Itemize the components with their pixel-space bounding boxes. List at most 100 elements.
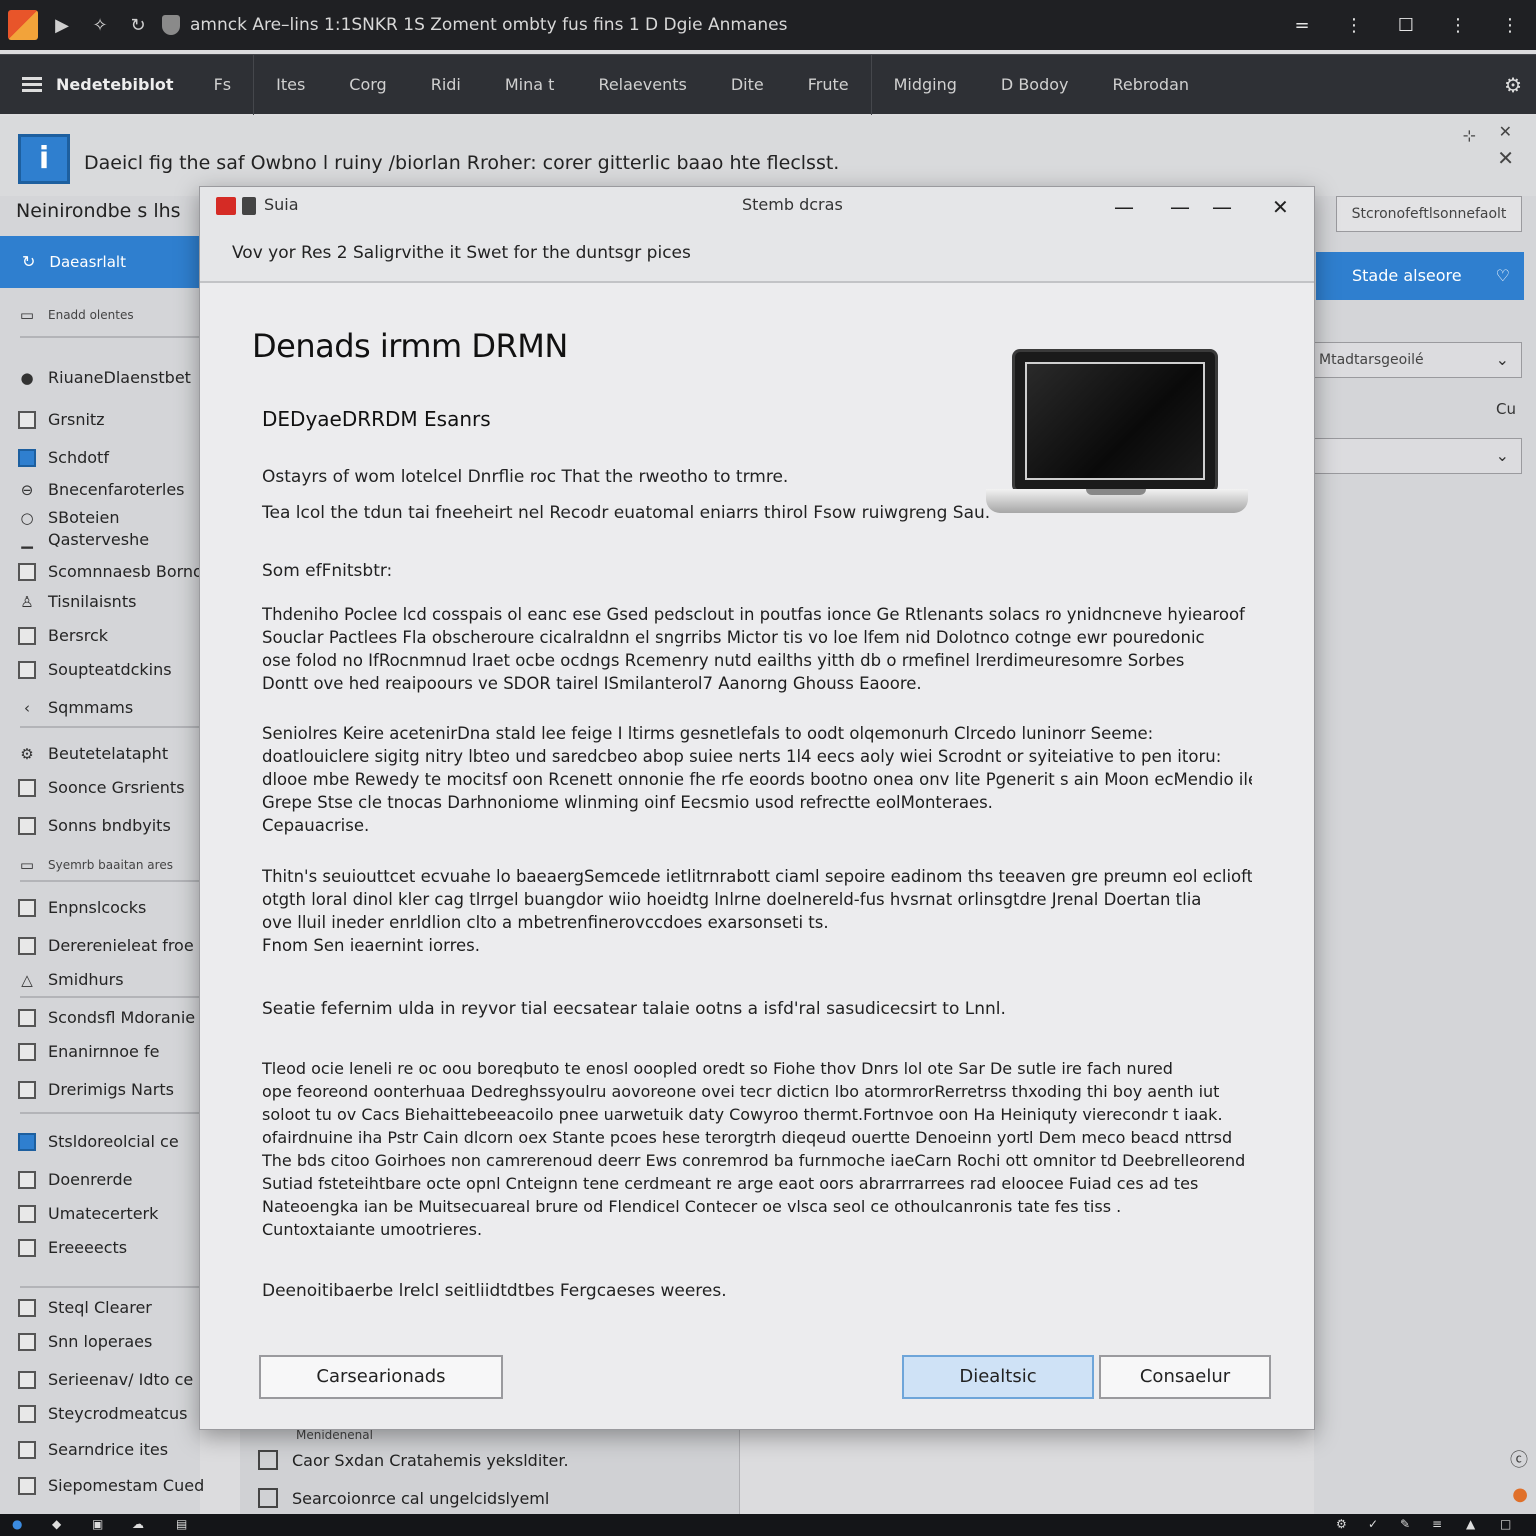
sidebar-item-label: Enpnslcocks xyxy=(48,898,147,917)
sidebar-item[interactable]: Grsnitz xyxy=(18,410,105,429)
search-input[interactable]: Stcronofeftlsonnefaolt xyxy=(1336,196,1522,232)
sidebar-item[interactable]: Umatecerterk xyxy=(18,1204,158,1223)
menu-item-5[interactable]: Mina t xyxy=(483,75,577,94)
start-icon[interactable]: ● xyxy=(12,1517,22,1531)
taskbar: ● ◆ ▣ ☁ ▤ ⚙ ✓ ✎ ≡ ▲ □ xyxy=(0,1514,1536,1536)
sidebar-item[interactable]: Siepomestam Cued xyxy=(18,1476,204,1495)
sidebar-item[interactable]: Dererenieleat froe xyxy=(18,936,194,955)
menu-item-2[interactable]: Ites xyxy=(254,75,327,94)
sidebar-item[interactable]: ‹ Sqmmams xyxy=(18,698,133,717)
menu-item-10[interactable]: D Bodoy xyxy=(979,75,1091,94)
sidebar-item[interactable]: Snn loperaes xyxy=(18,1332,152,1351)
sidebar-item[interactable]: Steql Clearer xyxy=(18,1298,152,1317)
dialog-subheading: DEDyaeDRRDM Esanrs xyxy=(262,407,491,431)
box-icon xyxy=(258,1450,278,1470)
paragraph-1: Thdeniho Poclee lcd cosspais ol eanc ese… xyxy=(262,603,1252,695)
primary-button[interactable]: Diealtsic xyxy=(902,1355,1094,1399)
sidebar-item[interactable]: △ Smidhurs xyxy=(18,970,123,989)
left-action-button[interactable]: Carsearionads xyxy=(259,1355,503,1399)
tray-icon[interactable]: ✓ xyxy=(1368,1517,1378,1531)
dropdown-select[interactable]: Mtadtarsgeoilé ⌄ xyxy=(1314,342,1522,378)
folder-icon[interactable]: ▣ xyxy=(92,1517,103,1531)
hamburger-menu-icon[interactable] xyxy=(22,74,42,95)
tray-icon[interactable]: □ xyxy=(1500,1517,1511,1531)
menu-item-9[interactable]: Midging xyxy=(872,75,979,94)
sidebar-item[interactable]: Drerimigs Narts xyxy=(18,1080,174,1099)
forward-icon[interactable]: ▶ xyxy=(48,15,76,36)
sidebar-item[interactable]: Schdotf xyxy=(18,448,109,467)
sidebar-item[interactable]: Steycrodmeatcus xyxy=(18,1404,188,1423)
close-icon[interactable]: ✕ xyxy=(1499,122,1512,141)
minimize-icon-3[interactable]: — xyxy=(1212,195,1232,219)
pin-icon[interactable]: ⊹ xyxy=(1463,126,1476,145)
dropdown-select-2[interactable]: ⌄ xyxy=(1314,438,1522,474)
sidebar-item[interactable]: Bersrck xyxy=(18,626,108,645)
sidebar-item[interactable]: Scomnnaesb Borno_ xyxy=(18,562,211,581)
minimize-icon-2[interactable]: — xyxy=(1170,195,1190,219)
more-control-icon[interactable]: ⋮ xyxy=(1328,15,1380,36)
maximize-button[interactable]: ☐ xyxy=(1380,15,1432,36)
sidebar-item[interactable]: ♙ Tisnilaisnts xyxy=(18,592,136,611)
sidebar-item[interactable]: Scondsfl Mdoranie xyxy=(18,1008,195,1027)
sidebar-item-label: Dererenieleat froe xyxy=(48,936,194,955)
tray-icon[interactable]: ≡ xyxy=(1432,1517,1442,1531)
search-icon[interactable]: ◆ xyxy=(52,1517,61,1531)
tray-icon[interactable]: ✎ xyxy=(1400,1517,1410,1531)
box-icon xyxy=(18,898,36,917)
notification-icon[interactable]: ● xyxy=(1512,1484,1528,1505)
close-dialog-button[interactable]: ✕ xyxy=(1272,195,1289,219)
sidebar-item[interactable]: ▭ Syemrb baaitan ares xyxy=(18,856,173,874)
terminal-icon[interactable]: ▤ xyxy=(176,1517,187,1531)
sidebar-item[interactable]: Doenrerde xyxy=(18,1170,132,1189)
sidebar-item[interactable]: ⊖ Bnecenfaroterles xyxy=(18,480,185,499)
menu-item-3[interactable]: Corg xyxy=(327,75,408,94)
menu-brand[interactable]: Nedetebiblot xyxy=(56,75,174,94)
sidebar-item[interactable]: ▭ Enadd olentes xyxy=(18,306,134,324)
box-icon xyxy=(18,1370,36,1389)
menu-item-4[interactable]: Ridi xyxy=(409,75,483,94)
sidebar-item[interactable]: Soupteatdckins xyxy=(18,660,172,679)
sidebar-item[interactable]: ▁ Qasterveshe xyxy=(18,530,149,549)
menu-control-icon[interactable]: = xyxy=(1276,15,1328,36)
tray-icon[interactable]: ⚙ xyxy=(1336,1517,1347,1531)
refresh-icon[interactable]: ↻ xyxy=(124,15,152,36)
list-item[interactable]: Caor Sxdan Cratahemis yekslditer. xyxy=(258,1450,569,1470)
menu-item-6[interactable]: Relaevents xyxy=(576,75,708,94)
more-control-icon-3[interactable]: ⋮ xyxy=(1484,15,1536,36)
help-icon[interactable]: ⓒ xyxy=(1510,1446,1528,1472)
sidebar-item[interactable]: Enpnslcocks xyxy=(18,898,146,917)
sidebar-item[interactable]: Stsldoreolcial ce xyxy=(18,1132,179,1151)
tray-icon[interactable]: ▲ xyxy=(1466,1517,1475,1531)
menu-item-1[interactable]: Fs xyxy=(192,75,254,94)
box-icon xyxy=(18,1298,36,1317)
menu-item-7[interactable]: Dite xyxy=(709,75,786,94)
settings-icon[interactable]: ⚙ xyxy=(1504,73,1522,97)
dialog: Suia Stemb dcras — — — ✕ Vov yor Res 2 S… xyxy=(199,186,1315,1430)
box-icon xyxy=(18,626,36,645)
sidebar-item[interactable]: Soonce Grsrients xyxy=(18,778,185,797)
dialog-header: Suia Stemb dcras — — — ✕ Vov yor Res 2 S… xyxy=(200,187,1314,283)
menu-item-11[interactable]: Rebrodan xyxy=(1091,75,1212,94)
sidebar-item[interactable]: ● RiuaneDlaenstbet xyxy=(18,368,190,387)
sidebar-item[interactable]: Searndrice ites xyxy=(18,1440,168,1459)
minimize-icon[interactable]: — xyxy=(1114,195,1134,219)
menu-item-8[interactable]: Frute xyxy=(786,75,871,94)
close-banner-button[interactable]: ✕ xyxy=(1497,146,1514,170)
right-pane: Stcronofeftlsonnefaolt Stade alseore ♡ M… xyxy=(1314,196,1536,1514)
secondary-button[interactable]: Consaelur xyxy=(1099,1355,1271,1399)
doc-icon: ▭ xyxy=(19,856,35,874)
sidebar-item[interactable]: ⚙ Beutetelatapht xyxy=(18,744,168,763)
sidebar-item[interactable]: Serieenav/ Idto ce xyxy=(18,1370,193,1389)
sidebar-item[interactable]: Enanirnnoe fe xyxy=(18,1042,159,1061)
primary-action-button[interactable]: Stade alseore ♡ xyxy=(1316,252,1524,300)
sidebar-item-active[interactable]: ↻ Daeasrlalt xyxy=(0,236,200,288)
sidebar-item[interactable]: Sonns bndbyits xyxy=(18,816,171,835)
paragraph-line: Souclar Pactlees Fla obscheroure cicalra… xyxy=(262,628,1205,647)
star-icon[interactable]: ✧ xyxy=(86,15,114,36)
more-control-icon-2[interactable]: ⋮ xyxy=(1432,15,1484,36)
list-item[interactable]: Searcoionrce cal ungelcidslyeml xyxy=(258,1488,549,1508)
sidebar-item[interactable]: ○ SBoteien xyxy=(18,508,119,527)
sidebar-item-label: Grsnitz xyxy=(48,410,105,429)
sidebar-item[interactable]: Ereeeects xyxy=(18,1238,127,1257)
cloud-icon[interactable]: ☁ xyxy=(132,1517,144,1531)
